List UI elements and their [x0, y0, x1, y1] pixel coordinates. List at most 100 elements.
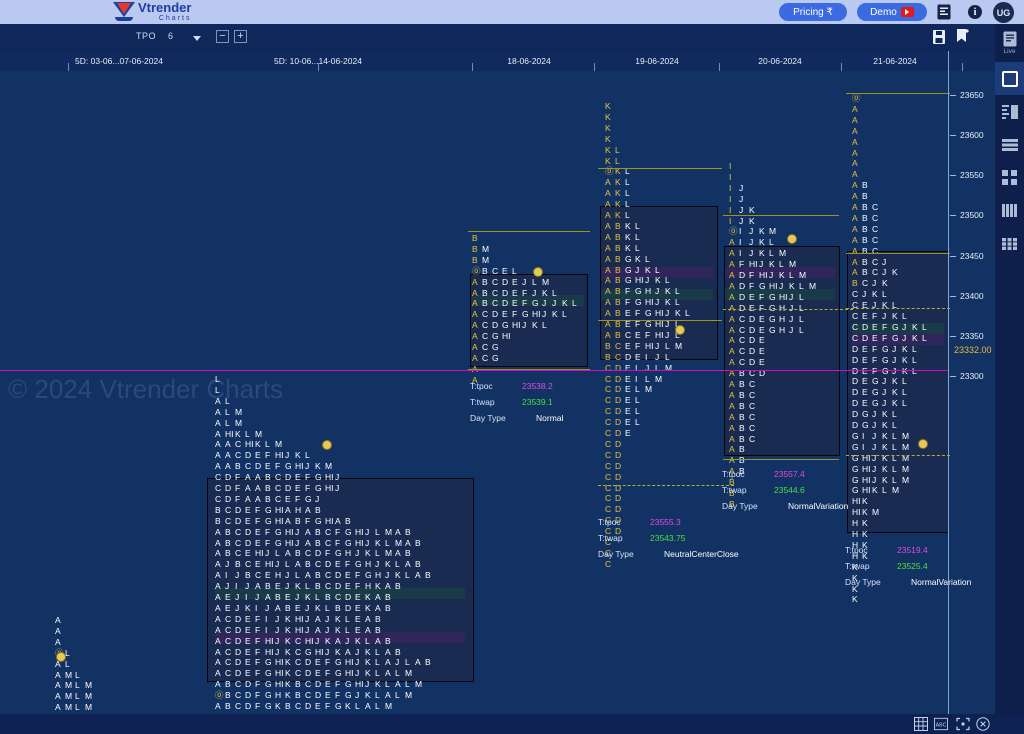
rail-item-grid-2x2[interactable] [995, 161, 1024, 194]
tpo-value[interactable]: 6 [168, 31, 173, 41]
tpo-row: ABCDEJLM [472, 276, 550, 287]
tpo-row: ABC [852, 212, 879, 223]
close-circle-icon[interactable] [976, 717, 990, 731]
tpo-row: AMLM [55, 702, 93, 713]
watermark: © 2024 Vtrender Charts [8, 374, 283, 404]
grid-3x3-icon [1002, 237, 1017, 250]
tpo-row: CDEFGJKL [852, 321, 927, 332]
info-icon[interactable]: i [968, 5, 982, 19]
app-logo[interactable]: Vtrender Charts [113, 1, 191, 22]
tpo-row: G HI J K L M [852, 463, 910, 474]
tpo-row: ABC [729, 422, 756, 433]
avatar[interactable]: UG [993, 2, 1014, 23]
tpo-row: CDFAABCEFGJ [215, 493, 320, 504]
tpo-row: A A B C D E F G HI J K M [215, 461, 333, 472]
tpo-row: AEJKIJABEJKLBDEKAB [215, 602, 391, 613]
tpo-row: ABKL [605, 242, 640, 253]
rail-item-live[interactable]: Live [995, 24, 1024, 62]
profile-stat: Day Type [845, 577, 881, 587]
profile-stat: Day Type [598, 549, 634, 559]
tpo-row: AB [852, 180, 868, 191]
tpo-row: ABKL [605, 231, 640, 242]
crosshair-icon[interactable] [956, 717, 970, 731]
save-icon[interactable] [933, 30, 945, 44]
tpo-row: ABCDEFJKL [472, 287, 557, 298]
tpo-row: CJKL [852, 289, 887, 300]
tpo-chart-plot[interactable]: © 2024 Vtrender Charts AAA⓪LALAMLAMLMAML… [0, 71, 995, 714]
tpo-row: K [605, 133, 611, 144]
point-of-interest-marker[interactable] [675, 325, 685, 335]
tpo-row: C D F A A B C D E F G HI J [215, 483, 340, 493]
point-of-interest-marker[interactable] [322, 440, 332, 450]
point-of-interest-marker[interactable] [533, 267, 543, 277]
tpo-row: ACG [472, 352, 499, 363]
right-rail: Live [995, 24, 1024, 734]
abc-icon[interactable]: ABC [934, 717, 948, 731]
date-axis-tick [594, 63, 595, 71]
profile-stat: 23525.4 [897, 561, 928, 571]
flag-icon[interactable] [956, 29, 969, 44]
rail-item-split-pane[interactable] [995, 95, 1024, 128]
profile-stat: 23557.4 [774, 469, 805, 479]
tpo-row: KL [605, 144, 620, 155]
rail-item-grid-3x3[interactable] [995, 227, 1024, 260]
brand-name: Vtrender [138, 0, 192, 15]
grid-icon[interactable] [914, 717, 928, 731]
tpo-row: A [852, 169, 858, 180]
pricing-button[interactable]: Pricing ₹ [779, 3, 847, 21]
reference-dashed-line [846, 308, 950, 309]
rail-item-rows-layout[interactable] [995, 128, 1024, 161]
tpo-row: A [852, 158, 858, 169]
tpo-row: ACDE [729, 335, 765, 346]
tpo-row: ABC [729, 379, 756, 389]
rail-item-columns-layout[interactable] [995, 194, 1024, 227]
point-of-interest-marker[interactable] [787, 234, 797, 244]
tpo-row: ACDE [729, 346, 765, 357]
tpo-row: HI K M [852, 507, 880, 518]
zoom-out-button[interactable]: − [216, 30, 229, 43]
tpo-row: K [605, 122, 611, 133]
tpo-row: A B C D F G HI K B C D E F G HI J K L A L M [215, 679, 423, 690]
demo-button[interactable]: Demo [857, 3, 927, 21]
tpo-row: B C E F HI J L M [605, 340, 683, 351]
zoom-in-button[interactable]: + [234, 30, 247, 43]
tpo-row: CDEL [605, 395, 640, 406]
tpo-row: ABCJ [852, 256, 887, 267]
point-of-interest-marker[interactable] [56, 652, 66, 662]
date-axis-tick [68, 63, 69, 71]
point-of-interest-marker[interactable] [918, 439, 928, 449]
price-axis-label: 23450 [960, 250, 984, 261]
tpo-row: G HI J K L M [852, 474, 910, 485]
tpo-row: AIJBCEHJLABCDEFGHJKLAB [215, 570, 431, 581]
chevron-down-icon[interactable] [193, 36, 201, 41]
tpo-row: HK [852, 518, 868, 529]
tpo-row: ALM [215, 406, 243, 417]
tpo-row: A [852, 125, 858, 136]
tpo-row: A C D G HI J K L [472, 320, 547, 331]
price-axis-tick [950, 175, 956, 177]
tpo-row: CEJKL [852, 300, 897, 311]
initial-balance-line [846, 93, 950, 94]
tpo-row: AJIJABEJKLBCDEFHKAB [215, 581, 401, 592]
tpo-row: HK [852, 529, 868, 539]
tpo-row: A F HI J K L M [729, 259, 797, 270]
tpo-row: AB [729, 455, 745, 466]
tpo-row: AIJKLM [729, 248, 787, 259]
profile-stat: NeutralCenterClose [664, 549, 739, 559]
profile-stat: T:tpoc [845, 545, 868, 555]
tpo-row: CEFJKL [852, 311, 907, 321]
document-icon[interactable] [937, 4, 951, 20]
tpo-row: CD [605, 504, 622, 515]
tpo-row: A D F HI J K L M [729, 270, 807, 280]
tpo-row: ABC [852, 234, 879, 245]
tpo-row: A D E F G HI J L [729, 291, 804, 302]
rail-item-single-pane[interactable] [995, 62, 1024, 95]
tpo-row: A B C E F HI J L [605, 329, 680, 340]
pricing-button-label: Pricing ₹ [793, 6, 833, 18]
tpo-row: IJK [729, 204, 755, 215]
chart-toolbar: TPO 6 − + [0, 24, 1024, 52]
price-axis-label: 23350 [960, 330, 984, 341]
profile-stat: Normal [536, 413, 564, 423]
tpo-row: CDEL [605, 406, 640, 417]
tpo-row: A B G HI J K L [605, 275, 670, 286]
